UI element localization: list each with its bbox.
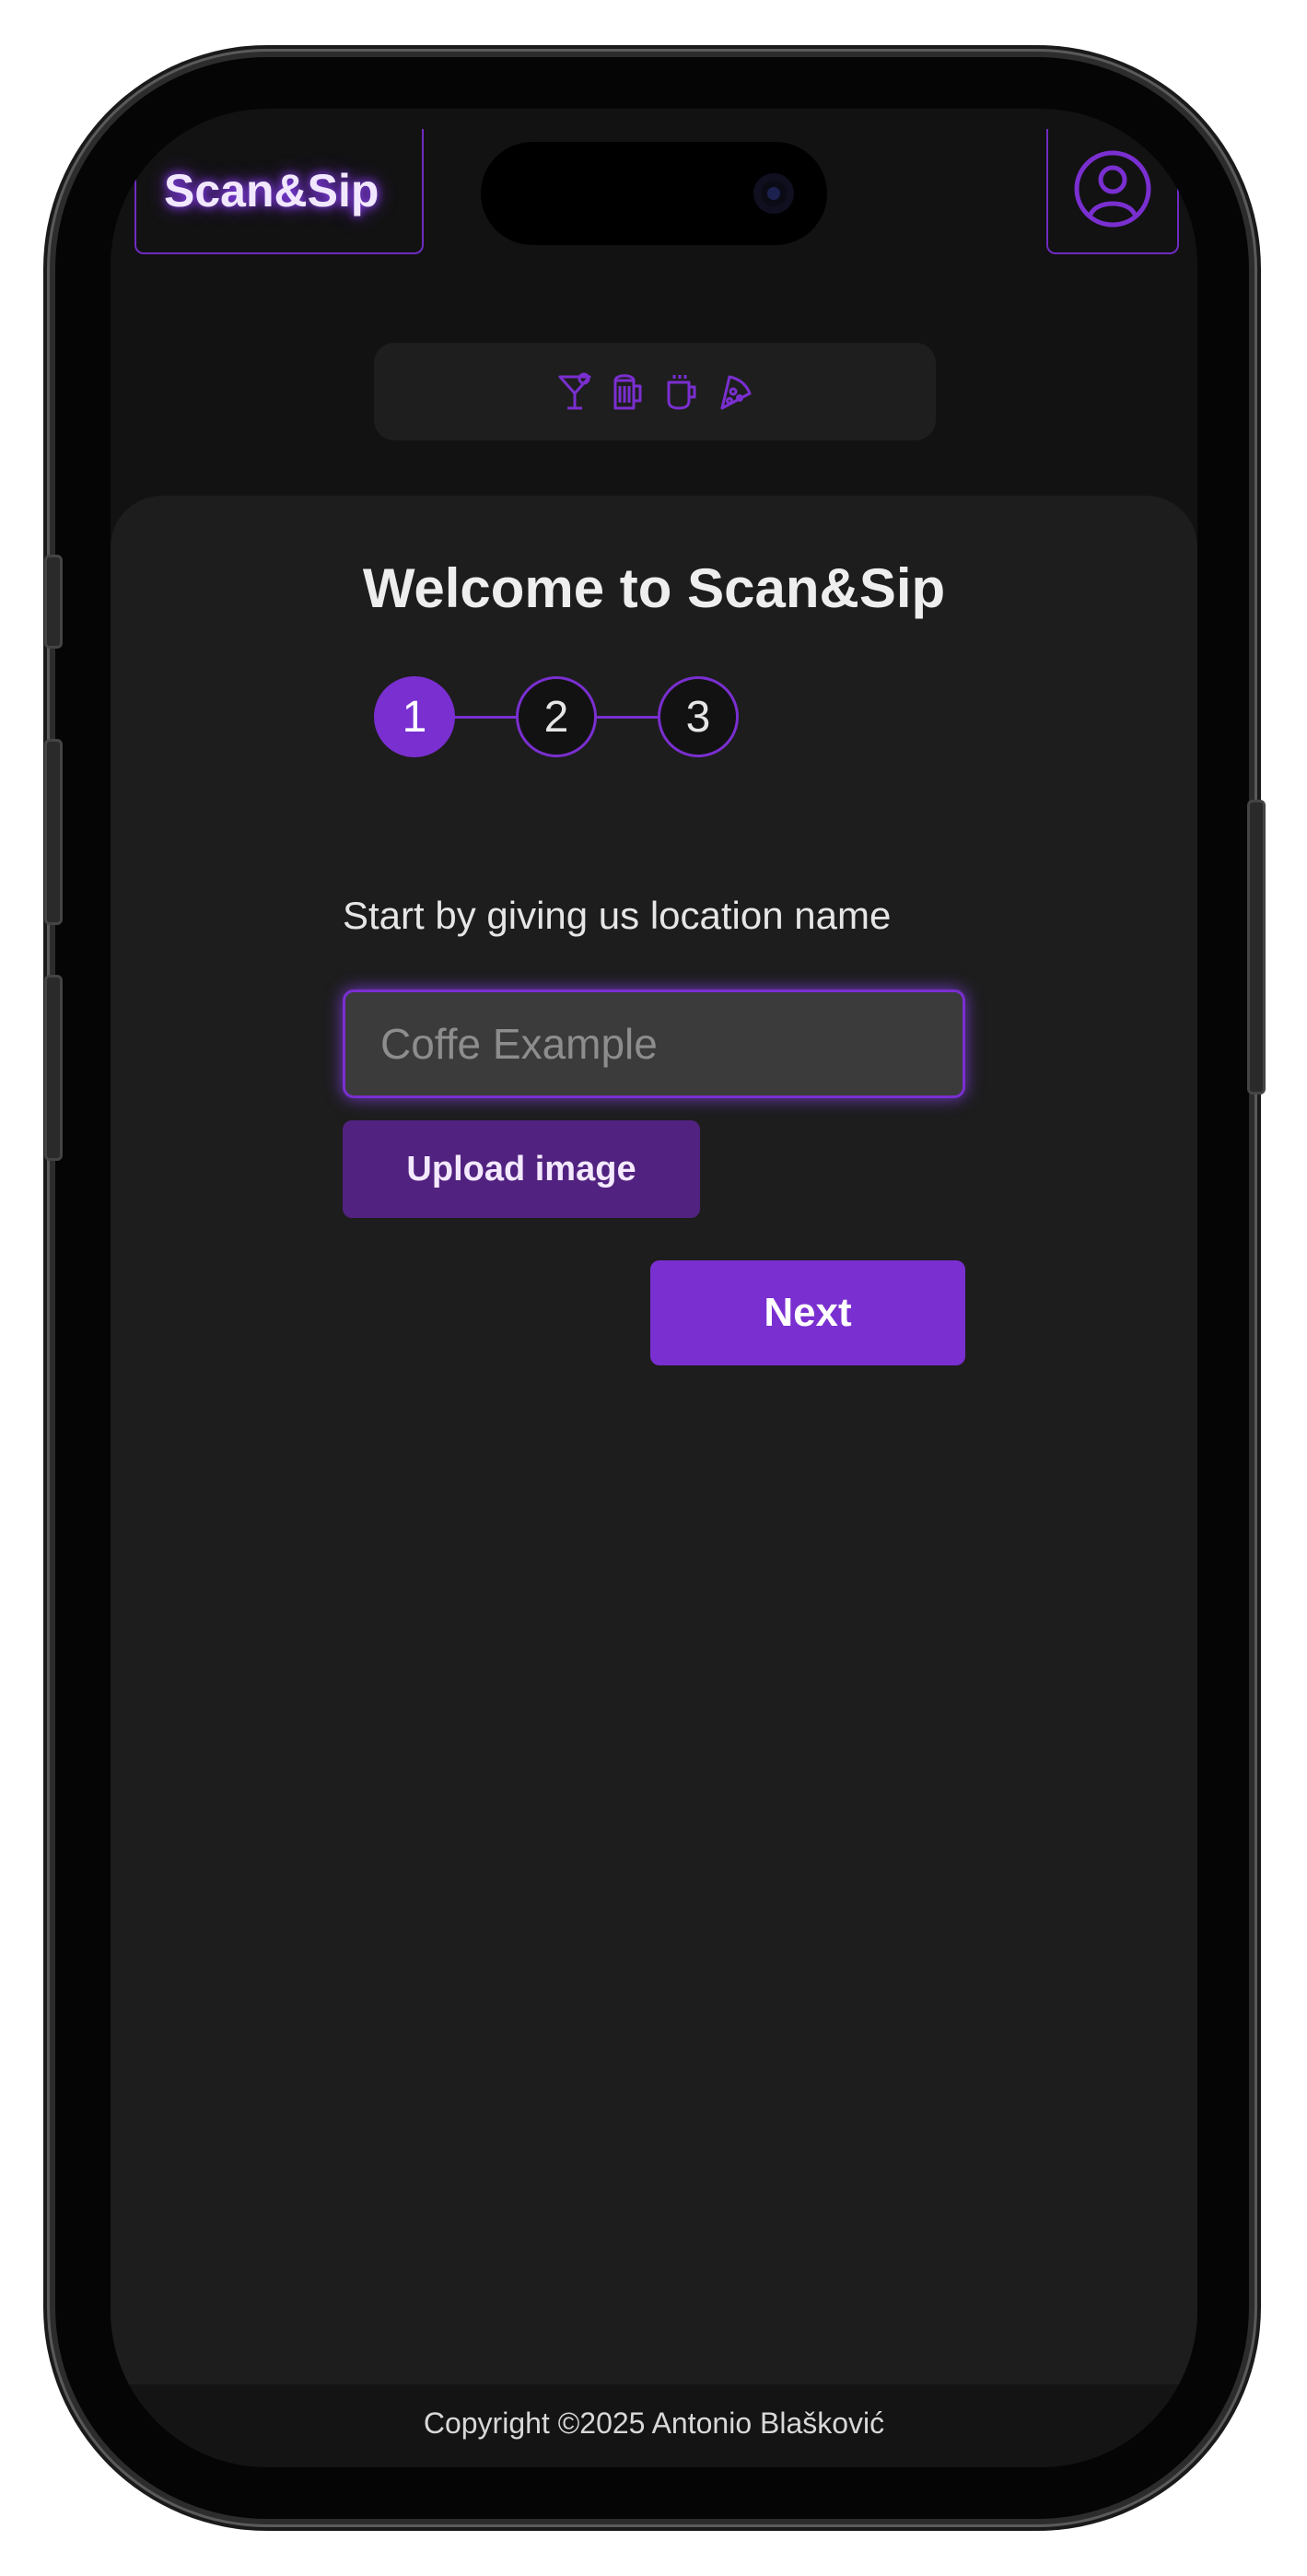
cocktail-icon[interactable] [556,371,593,412]
location-name-label: Start by giving us location name [343,894,892,937]
copyright-text: Copyright ©2025 Antonio Blašković [423,2406,885,2440]
logo-link[interactable]: Scan&Sip [134,129,424,254]
step-indicator: 1 2 3 [374,676,742,763]
coffee-cup-icon[interactable] [663,371,700,412]
page-title: Welcome to Scan&Sip [362,557,946,619]
onboarding-card: Welcome to Scan&Sip 1 2 3 Start by givin… [111,496,1197,2384]
step-connector [455,716,516,719]
location-name-input[interactable] [343,989,965,1098]
next-button[interactable]: Next [650,1260,965,1365]
volume-up-button [44,739,63,925]
user-circle-icon [1072,148,1153,234]
category-icon-bar [374,343,936,440]
action-button [44,555,63,649]
step-connector [597,716,658,719]
pizza-slice-icon[interactable] [717,371,753,412]
step-2: 2 [516,676,597,757]
profile-button[interactable] [1046,129,1179,254]
logo-text: Scan&Sip [164,165,379,217]
footer: Copyright ©2025 Antonio Blašković [111,2384,1197,2467]
power-button [1247,800,1266,1095]
step-1: 1 [374,676,455,757]
beer-mug-icon[interactable] [610,371,647,412]
step-3: 3 [658,676,739,757]
dynamic-island [481,142,827,245]
camera-icon [753,173,794,214]
volume-down-button [44,975,63,1161]
app-screen: Scan&Sip Welcome to Scan&Sip 1 2 3 Start… [111,109,1197,2467]
upload-image-button[interactable]: Upload image [343,1120,700,1218]
